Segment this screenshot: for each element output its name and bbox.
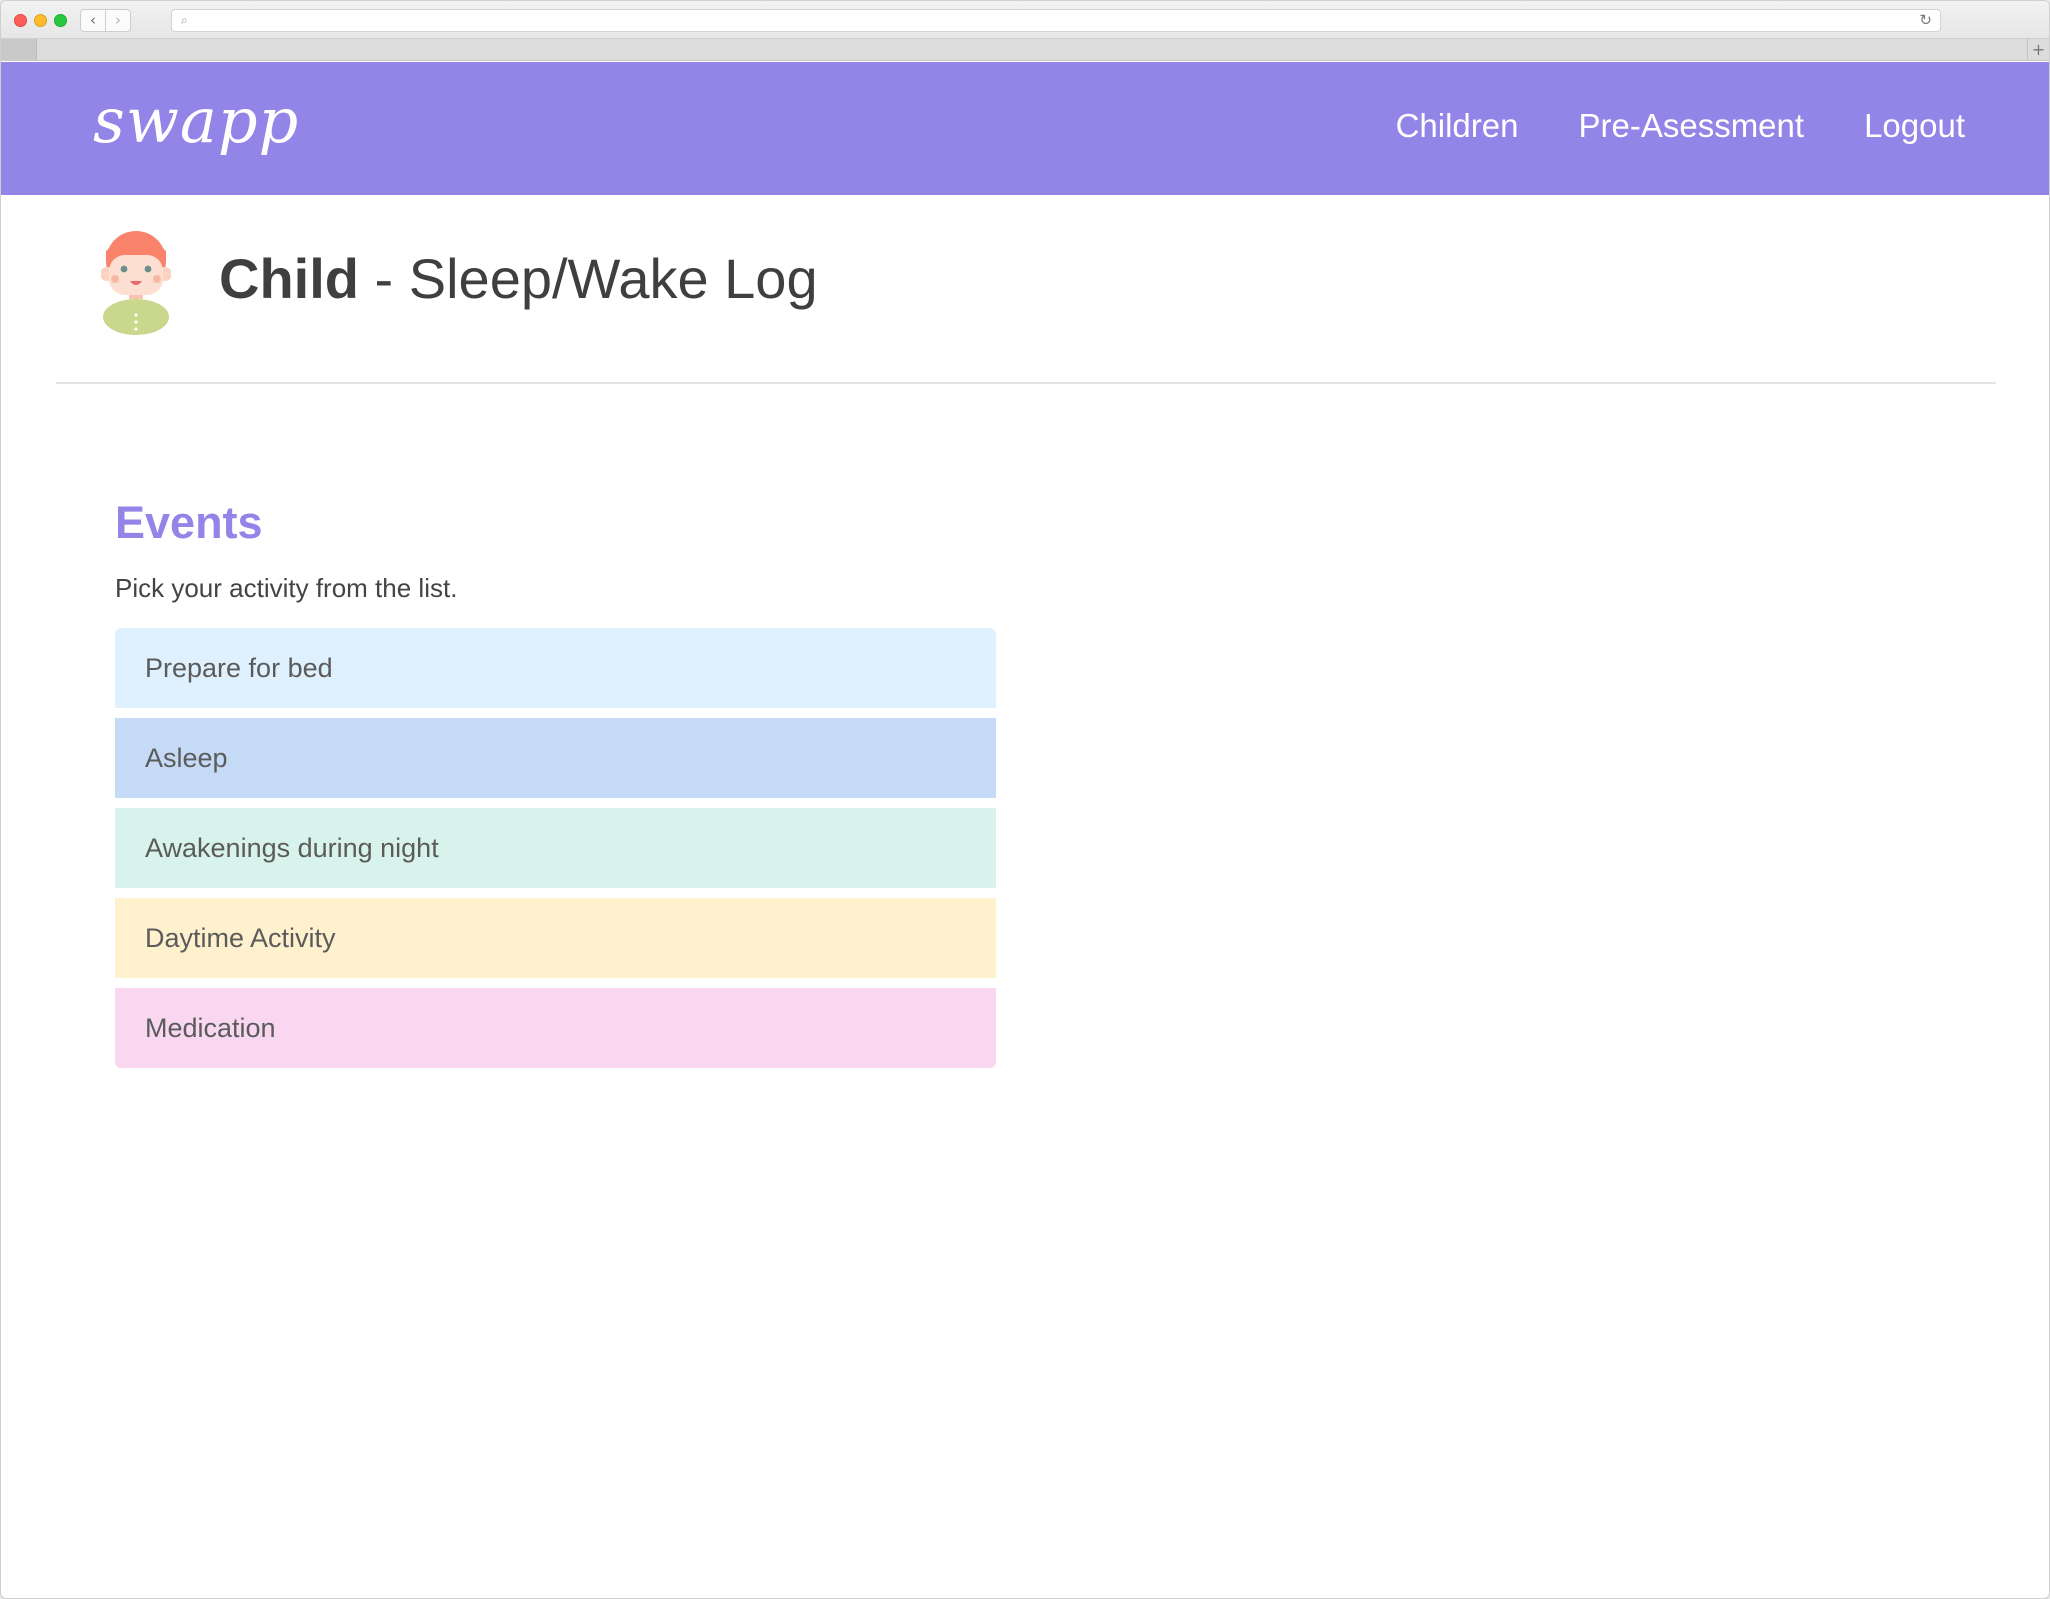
page-title: Child - Sleep/Wake Log	[219, 247, 818, 311]
reload-icon[interactable]: ↻	[1919, 11, 1932, 29]
event-item-label: Asleep	[145, 742, 228, 773]
site-header: swapp Children Pre-Asessment Logout	[1, 62, 2049, 195]
event-item-label: Prepare for bed	[145, 652, 333, 683]
page-header: Child - Sleep/Wake Log	[56, 195, 1996, 384]
events-heading: Events	[115, 497, 263, 548]
event-item-medication[interactable]: Medication	[115, 988, 996, 1068]
event-item-asleep[interactable]: Asleep	[115, 718, 996, 798]
close-window-button[interactable]	[14, 14, 27, 27]
child-avatar-icon	[101, 231, 171, 335]
event-item-daytime-activity[interactable]: Daytime Activity	[115, 898, 996, 978]
site-logo[interactable]: swapp	[93, 90, 299, 152]
browser-window: ‹ › ⌕ ↻ + swapp Children Pre-Asessment L…	[0, 0, 2050, 1599]
search-icon: ⌕	[181, 13, 188, 27]
main-nav: Children Pre-Asessment Logout	[1396, 106, 1965, 146]
event-list: Prepare for bed Asleep Awakenings during…	[115, 628, 996, 1068]
page-title-rest: - Sleep/Wake Log	[358, 247, 818, 310]
events-instruction: Pick your activity from the list.	[115, 573, 458, 603]
event-item-prepare-for-bed[interactable]: Prepare for bed	[115, 628, 996, 708]
chevron-left-icon: ‹	[90, 11, 96, 29]
zoom-window-button[interactable]	[54, 14, 67, 27]
nav-link-logout[interactable]: Logout	[1864, 106, 1965, 146]
nav-link-children[interactable]: Children	[1396, 106, 1519, 146]
event-item-label: Awakenings during night	[145, 832, 439, 863]
event-item-label: Daytime Activity	[145, 922, 336, 953]
tab-strip: +	[1, 39, 2049, 61]
forward-button[interactable]: ›	[105, 9, 131, 32]
address-bar[interactable]: ⌕ ↻	[171, 9, 1941, 32]
event-item-awakenings-during-night[interactable]: Awakenings during night	[115, 808, 996, 888]
chevron-right-icon: ›	[115, 11, 121, 29]
page-title-subject: Child	[219, 247, 359, 310]
nav-link-pre-assessment[interactable]: Pre-Asessment	[1578, 106, 1804, 146]
event-item-label: Medication	[145, 1012, 276, 1043]
browser-toolbar: ‹ › ⌕ ↻	[1, 1, 2049, 39]
new-tab-button[interactable]: +	[2027, 39, 2049, 61]
back-button[interactable]: ‹	[80, 9, 106, 32]
minimize-window-button[interactable]	[34, 14, 47, 27]
tab[interactable]	[1, 39, 37, 61]
